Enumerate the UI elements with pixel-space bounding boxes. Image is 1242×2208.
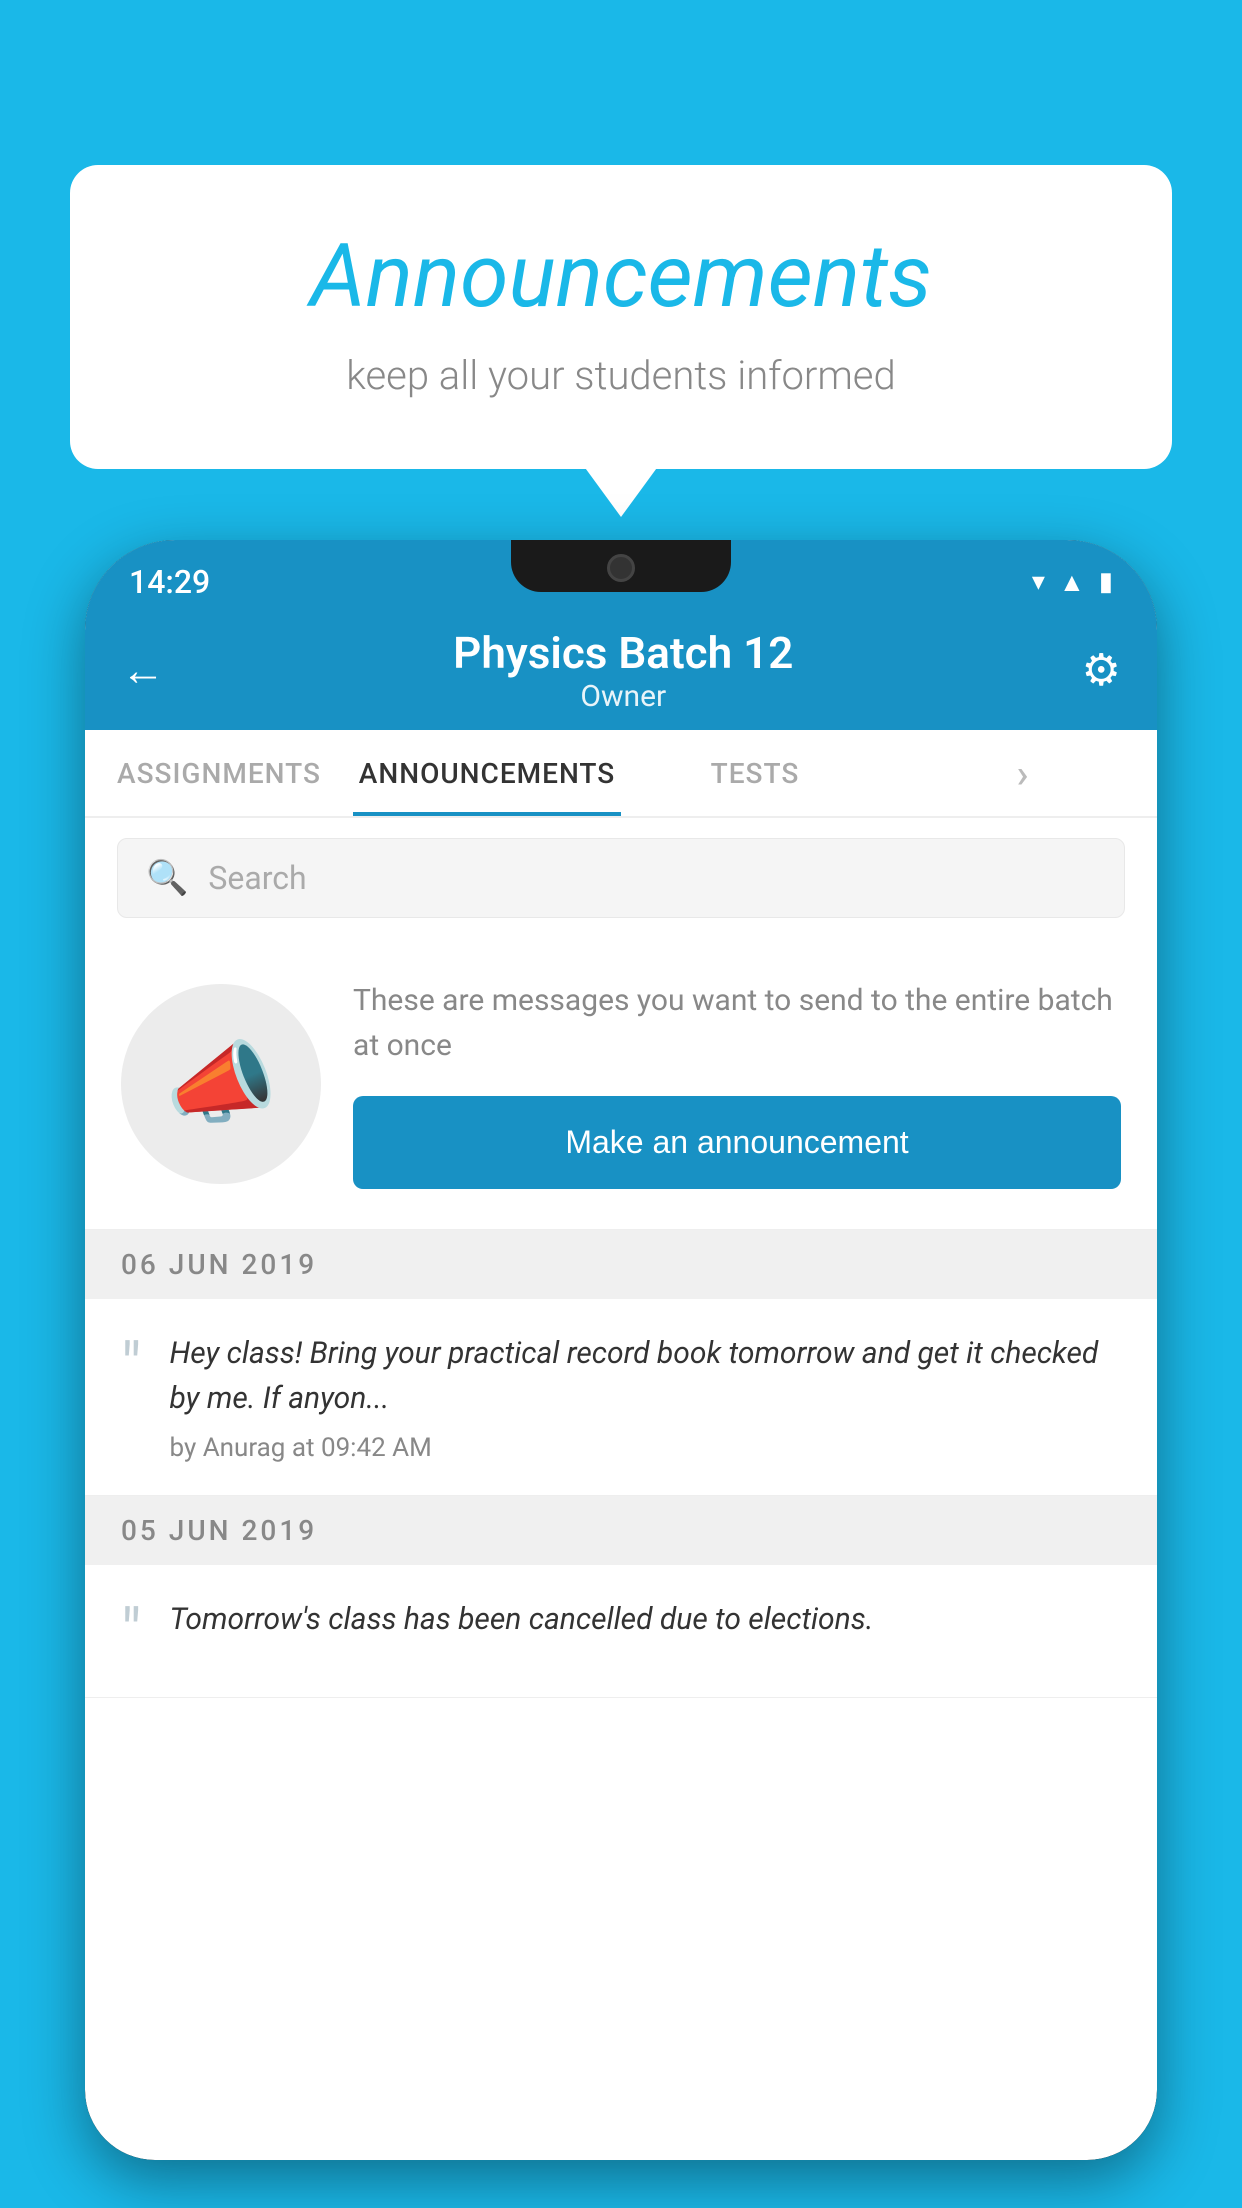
quote-icon-2: " — [121, 1601, 142, 1665]
empty-state-card: 📣 These are messages you want to send to… — [85, 938, 1157, 1230]
status-time: 14:29 — [129, 563, 210, 601]
tab-announcements[interactable]: ANNOUNCEMENTS — [353, 730, 621, 816]
announcement-item-1-text: Hey class! Bring your practical record b… — [170, 1331, 1122, 1421]
bubble-subtitle: keep all your students informed — [150, 352, 1092, 399]
phone-notch — [511, 540, 731, 592]
speech-bubble-section: Announcements keep all your students inf… — [70, 165, 1172, 469]
announcement-item-1[interactable]: " Hey class! Bring your practical record… — [85, 1299, 1157, 1496]
battery-icon: ▮ — [1099, 567, 1113, 597]
announcement-item-1-content: Hey class! Bring your practical record b… — [170, 1331, 1122, 1463]
announcement-icon-circle: 📣 — [121, 984, 321, 1184]
back-button[interactable]: ← — [121, 644, 165, 696]
search-bar[interactable]: 🔍 Search — [117, 838, 1125, 918]
announcement-item-2-text: Tomorrow's class has been cancelled due … — [170, 1597, 1122, 1642]
settings-button[interactable]: ⚙ — [1082, 644, 1121, 696]
empty-state-description: These are messages you want to send to t… — [353, 978, 1121, 1068]
signal-icon: ▲ — [1059, 567, 1085, 598]
app-bar-title-container: Physics Batch 12 Owner — [453, 627, 793, 714]
phone-screen: 14:29 ▾ ▲ ▮ ← Physics Batch 12 Owner ⚙ A… — [85, 540, 1157, 2160]
announcement-card-right: These are messages you want to send to t… — [353, 978, 1121, 1189]
phone-mockup: 14:29 ▾ ▲ ▮ ← Physics Batch 12 Owner ⚙ A… — [85, 540, 1157, 2208]
app-bar-title: Physics Batch 12 — [453, 627, 793, 679]
bubble-title: Announcements — [150, 225, 1092, 328]
quote-icon-1: " — [121, 1335, 142, 1399]
search-container: 🔍 Search — [85, 818, 1157, 938]
app-bar-subtitle: Owner — [453, 679, 793, 714]
tab-assignments[interactable]: ASSIGNMENTS — [85, 730, 353, 816]
announcement-item-1-meta: by Anurag at 09:42 AM — [170, 1433, 1122, 1463]
wifi-icon: ▾ — [1032, 567, 1045, 597]
search-placeholder: Search — [208, 859, 306, 897]
status-icons: ▾ ▲ ▮ — [1032, 567, 1113, 598]
speech-bubble: Announcements keep all your students inf… — [70, 165, 1172, 469]
front-camera — [607, 554, 635, 582]
announcement-item-2-content: Tomorrow's class has been cancelled due … — [170, 1597, 1122, 1654]
make-announcement-button[interactable]: Make an announcement — [353, 1096, 1121, 1189]
tabs-container: ASSIGNMENTS ANNOUNCEMENTS TESTS › — [85, 730, 1157, 818]
app-bar: ← Physics Batch 12 Owner ⚙ — [85, 610, 1157, 730]
tab-more[interactable]: › — [889, 730, 1157, 816]
tab-tests[interactable]: TESTS — [621, 730, 889, 816]
date-separator-1: 06 JUN 2019 — [85, 1230, 1157, 1299]
search-icon: 🔍 — [146, 858, 188, 898]
announcement-item-2[interactable]: " Tomorrow's class has been cancelled du… — [85, 1565, 1157, 1698]
megaphone-icon: 📣 — [165, 1031, 277, 1136]
phone-frame: 14:29 ▾ ▲ ▮ ← Physics Batch 12 Owner ⚙ A… — [85, 540, 1157, 2160]
date-separator-2: 05 JUN 2019 — [85, 1496, 1157, 1565]
